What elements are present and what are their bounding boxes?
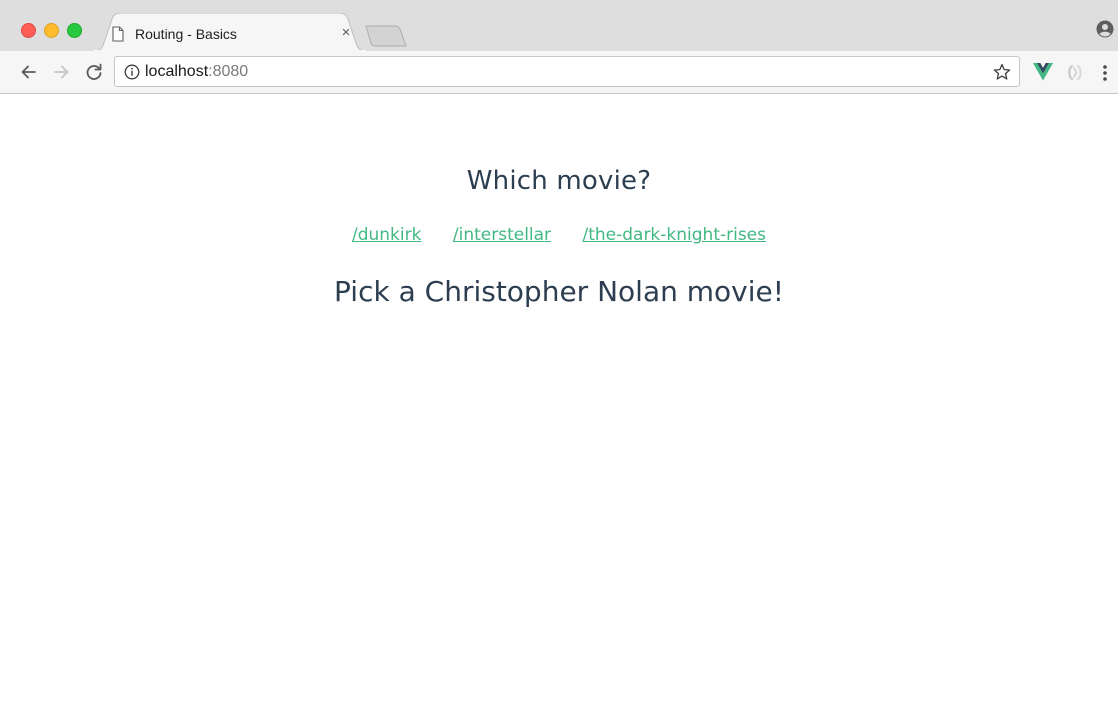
back-arrow-icon[interactable] [19,62,39,82]
movie-links-nav: /dunkirk /interstellar /the-dark-knight-… [0,224,1118,246]
link-interstellar[interactable]: /interstellar [453,225,551,245]
address-bar[interactable]: localhost:8080 [114,56,1020,87]
url-port: :8080 [208,63,249,80]
pick-movie-message: Pick a Christopher Nolan movie! [334,275,784,308]
zoom-window-button[interactable] [67,23,82,38]
extension-icon[interactable] [1066,64,1084,81]
profile-icon[interactable] [1096,20,1114,38]
url-host: localhost [145,63,209,80]
browser-window: Routing - Basics × localhost:8080 Which … [0,0,1118,721]
vue-devtools-icon[interactable] [1033,63,1053,81]
minimize-window-button[interactable] [44,23,59,38]
info-icon[interactable] [124,64,140,80]
tab-strip: Routing - Basics × [0,0,1118,51]
close-window-button[interactable] [21,23,36,38]
new-tab-button[interactable] [365,25,407,47]
star-icon[interactable] [993,63,1011,81]
link-dunkirk[interactable]: /dunkirk [352,225,421,245]
reload-icon[interactable] [84,62,104,82]
more-vert-icon[interactable] [1100,63,1110,83]
link-the-dark-knight-rises[interactable]: /the-dark-knight-rises [582,225,766,245]
close-tab-icon[interactable]: × [338,25,354,41]
url-text[interactable]: localhost:8080 [145,63,248,81]
browser-toolbar: localhost:8080 [0,51,1118,94]
tab-title: Routing - Basics [135,26,237,42]
page-content: Which movie? /dunkirk /interstellar /the… [0,94,1118,721]
page-heading: Which movie? [466,166,652,196]
tab-routing-basics[interactable]: Routing - Basics × [92,13,368,51]
forward-arrow-icon[interactable] [51,62,71,82]
document-icon [112,26,124,42]
